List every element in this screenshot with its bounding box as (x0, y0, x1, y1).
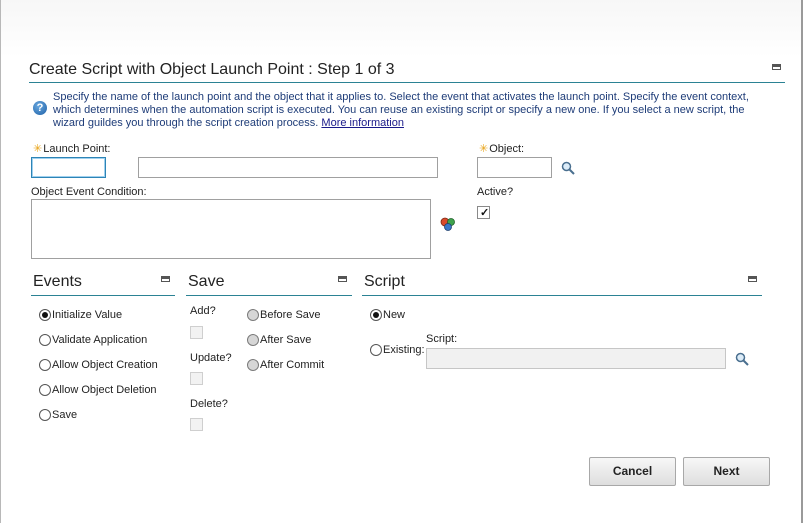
condition-label: Object Event Condition: (31, 186, 147, 198)
radio-button-icon[interactable] (370, 309, 382, 321)
launch-point-label: ✳Launch Point: (33, 142, 111, 155)
title-divider (29, 82, 785, 83)
save-option-label: After Commit (260, 359, 325, 371)
events-collapse-icon[interactable] (161, 276, 170, 282)
object-search-icon[interactable] (561, 161, 575, 175)
event-option-label: Validate Application (52, 334, 148, 346)
dialog-top-area (0, 0, 803, 58)
object-input[interactable] (477, 157, 552, 178)
help-description: Specify the name of the launch point and… (53, 91, 768, 130)
launch-point-description-input[interactable] (138, 157, 438, 178)
dialog-title: Create Script with Object Launch Point :… (29, 61, 395, 78)
radio-button-icon[interactable] (247, 309, 259, 321)
script-divider (362, 295, 762, 296)
required-asterisk-icon: ✳ (33, 143, 43, 155)
save-option-before-save[interactable]: Before Save (247, 309, 321, 321)
add-checkbox[interactable] (190, 326, 203, 339)
delete-label: Delete? (190, 398, 228, 410)
radio-button-icon[interactable] (370, 344, 382, 356)
script-option-label: Existing: (383, 344, 425, 356)
save-option-after-commit[interactable]: After Commit (247, 359, 324, 371)
script-option-existing[interactable]: Existing: (370, 344, 425, 356)
event-option-label: Allow Object Creation (52, 359, 158, 371)
next-button[interactable]: Next (683, 457, 770, 486)
radio-button-icon[interactable] (39, 384, 51, 396)
object-label: ✳Object: (479, 142, 524, 155)
event-option-save[interactable]: Save (39, 409, 77, 421)
script-section-title: Script (364, 273, 405, 290)
launch-point-input[interactable] (31, 157, 106, 178)
condition-textarea[interactable] (31, 199, 431, 259)
save-divider (186, 295, 352, 296)
script-search-icon[interactable] (735, 352, 749, 366)
event-option-label: Allow Object Deletion (52, 384, 157, 396)
active-label: Active? (477, 186, 514, 198)
expression-builder-icon[interactable] (440, 217, 456, 231)
update-checkbox[interactable] (190, 372, 203, 385)
active-checkbox[interactable]: ✓ (477, 206, 490, 219)
event-option-validate-application[interactable]: Validate Application (39, 334, 147, 346)
update-label: Update? (190, 352, 232, 364)
event-option-initialize-value[interactable]: Initialize Value (39, 309, 122, 321)
script-input[interactable] (426, 348, 726, 369)
event-option-label: Save (52, 409, 78, 421)
script-label: Script: (426, 333, 458, 345)
script-collapse-icon[interactable] (748, 276, 757, 282)
save-section-title: Save (188, 273, 225, 290)
more-information-link[interactable]: More information (321, 117, 404, 129)
save-option-label: Before Save (260, 309, 321, 321)
radio-button-icon[interactable] (39, 309, 51, 321)
save-collapse-icon[interactable] (338, 276, 347, 282)
event-option-allow-object-creation[interactable]: Allow Object Creation (39, 359, 158, 371)
event-option-allow-object-deletion[interactable]: Allow Object Deletion (39, 384, 157, 396)
checkmark-icon: ✓ (480, 207, 490, 219)
radio-button-icon[interactable] (247, 334, 259, 346)
add-label: Add? (190, 305, 216, 317)
help-icon: ? (33, 101, 47, 115)
radio-button-icon[interactable] (39, 359, 51, 371)
radio-button-icon[interactable] (247, 359, 259, 371)
cancel-button[interactable]: Cancel (589, 457, 676, 486)
dialog-border-left (0, 0, 1, 523)
save-option-label: After Save (260, 334, 312, 346)
launch-point-label-text: Launch Point: (43, 143, 111, 155)
dialog-collapse-icon[interactable] (772, 64, 781, 70)
save-option-after-save[interactable]: After Save (247, 334, 311, 346)
required-asterisk-icon: ✳ (479, 143, 489, 155)
radio-button-icon[interactable] (39, 334, 51, 346)
event-option-label: Initialize Value (52, 309, 123, 321)
delete-checkbox[interactable] (190, 418, 203, 431)
object-label-text: Object: (489, 143, 525, 155)
events-section-title: Events (33, 273, 82, 290)
events-divider (31, 295, 175, 296)
script-option-label: New (383, 309, 406, 321)
script-option-new[interactable]: New (370, 309, 405, 321)
radio-button-icon[interactable] (39, 409, 51, 421)
